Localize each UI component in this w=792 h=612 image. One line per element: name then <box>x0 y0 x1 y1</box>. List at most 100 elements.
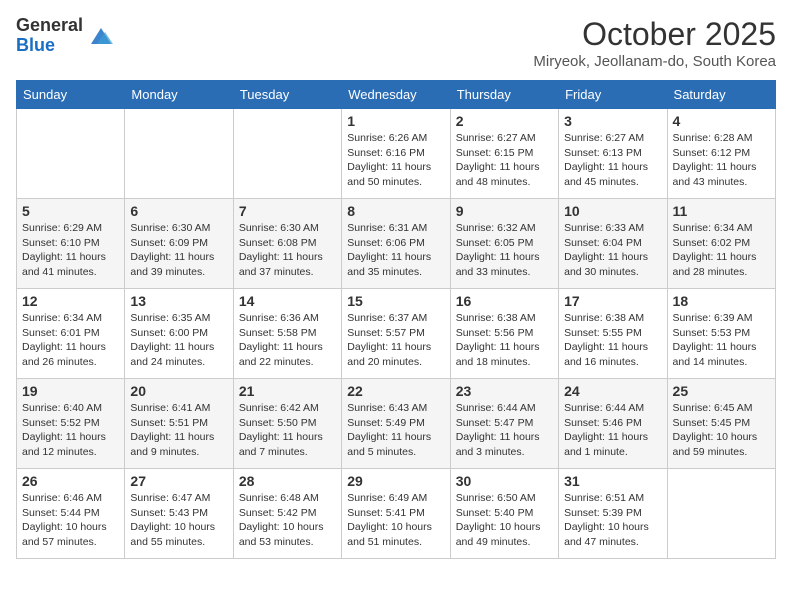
calendar-day-cell: 5 Sunrise: 6:29 AM Sunset: 6:10 PM Daylig… <box>17 199 125 289</box>
calendar-day-cell: 9Sunrise: 6:32 AM Sunset: 6:05 PM Daylig… <box>450 199 558 289</box>
logo-icon <box>87 22 115 50</box>
day-number: 26 <box>22 473 119 489</box>
calendar-weekday-wednesday: Wednesday <box>342 81 450 109</box>
logo-blue: Blue <box>16 36 83 56</box>
day-info: Sunrise: 6:40 AM Sunset: 5:52 PM Dayligh… <box>22 401 119 460</box>
day-info: Sunrise: 6:28 AM Sunset: 6:12 PM Dayligh… <box>673 131 770 190</box>
calendar-day-cell: 3 Sunrise: 6:27 AM Sunset: 6:13 PM Daylig… <box>559 109 667 199</box>
calendar-week-row: 12Sunrise: 6:34 AM Sunset: 6:01 PM Dayli… <box>17 289 776 379</box>
day-number: 22 <box>347 383 444 399</box>
day-info: Sunrise: 6:39 AM Sunset: 5:53 PM Dayligh… <box>673 311 770 370</box>
day-info: Sunrise: 6:31 AM Sunset: 6:06 PM Dayligh… <box>347 221 444 280</box>
day-info: Sunrise: 6:38 AM Sunset: 5:56 PM Dayligh… <box>456 311 553 370</box>
day-info: Sunrise: 6:33 AM Sunset: 6:04 PM Dayligh… <box>564 221 661 280</box>
day-number: 7 <box>239 203 336 219</box>
day-number: 30 <box>456 473 553 489</box>
calendar-day-cell: 16 Sunrise: 6:38 AM Sunset: 5:56 PM Dayli… <box>450 289 558 379</box>
calendar-day-cell: 22 Sunrise: 6:43 AM Sunset: 5:49 PM Dayli… <box>342 379 450 469</box>
calendar-day-cell: 19 Sunrise: 6:40 AM Sunset: 5:52 PM Dayli… <box>17 379 125 469</box>
day-info: Sunrise: 6:34 AM Sunset: 6:01 PM Dayligh… <box>22 311 119 370</box>
logo: General Blue <box>16 16 115 56</box>
day-info: Sunrise: 6:44 AM Sunset: 5:46 PM Dayligh… <box>564 401 661 460</box>
day-info: Sunrise: 6:48 AM Sunset: 5:42 PM Dayligh… <box>239 491 336 550</box>
day-number: 13 <box>130 293 227 309</box>
day-info: Sunrise: 6:35 AM Sunset: 6:00 PM Dayligh… <box>130 311 227 370</box>
calendar-day-cell: 11Sunrise: 6:34 AM Sunset: 6:02 PM Dayli… <box>667 199 775 289</box>
calendar-day-cell: 23 Sunrise: 6:44 AM Sunset: 5:47 PM Dayli… <box>450 379 558 469</box>
calendar-day-cell: 24 Sunrise: 6:44 AM Sunset: 5:46 PM Dayli… <box>559 379 667 469</box>
calendar-day-cell: 10 Sunrise: 6:33 AM Sunset: 6:04 PM Dayli… <box>559 199 667 289</box>
calendar-day-cell: 30 Sunrise: 6:50 AM Sunset: 5:40 PM Dayli… <box>450 469 558 559</box>
day-info: Sunrise: 6:38 AM Sunset: 5:55 PM Dayligh… <box>564 311 661 370</box>
calendar-day-cell: 1 Sunrise: 6:26 AM Sunset: 6:16 PM Daylig… <box>342 109 450 199</box>
title-block: October 2025 Miryeok, Jeollanam-do, Sout… <box>533 16 776 70</box>
day-number: 24 <box>564 383 661 399</box>
day-number: 25 <box>673 383 770 399</box>
calendar-day-cell: 21 Sunrise: 6:42 AM Sunset: 5:50 PM Dayli… <box>233 379 341 469</box>
day-number: 5 <box>22 203 119 219</box>
day-number: 16 <box>456 293 553 309</box>
day-number: 3 <box>564 113 661 129</box>
day-number: 19 <box>22 383 119 399</box>
calendar-table: SundayMondayTuesdayWednesdayThursdayFrid… <box>16 80 776 559</box>
calendar-day-cell: 15Sunrise: 6:37 AM Sunset: 5:57 PM Dayli… <box>342 289 450 379</box>
logo-general: General <box>16 16 83 36</box>
day-info: Sunrise: 6:50 AM Sunset: 5:40 PM Dayligh… <box>456 491 553 550</box>
calendar-weekday-thursday: Thursday <box>450 81 558 109</box>
calendar-day-cell <box>667 469 775 559</box>
day-number: 10 <box>564 203 661 219</box>
day-number: 11 <box>673 203 770 219</box>
day-info: Sunrise: 6:51 AM Sunset: 5:39 PM Dayligh… <box>564 491 661 550</box>
day-info: Sunrise: 6:44 AM Sunset: 5:47 PM Dayligh… <box>456 401 553 460</box>
day-number: 23 <box>456 383 553 399</box>
calendar-day-cell: 31 Sunrise: 6:51 AM Sunset: 5:39 PM Dayli… <box>559 469 667 559</box>
day-info: Sunrise: 6:42 AM Sunset: 5:50 PM Dayligh… <box>239 401 336 460</box>
month-title: October 2025 <box>533 16 776 53</box>
page-header: General Blue October 2025 Miryeok, Jeoll… <box>16 16 776 70</box>
calendar-weekday-tuesday: Tuesday <box>233 81 341 109</box>
calendar-day-cell: 2Sunrise: 6:27 AM Sunset: 6:15 PM Daylig… <box>450 109 558 199</box>
calendar-day-cell: 14 Sunrise: 6:36 AM Sunset: 5:58 PM Dayli… <box>233 289 341 379</box>
day-info: Sunrise: 6:26 AM Sunset: 6:16 PM Dayligh… <box>347 131 444 190</box>
calendar-day-cell <box>125 109 233 199</box>
calendar-day-cell: 17 Sunrise: 6:38 AM Sunset: 5:55 PM Dayli… <box>559 289 667 379</box>
calendar-day-cell <box>233 109 341 199</box>
calendar-day-cell <box>17 109 125 199</box>
day-number: 20 <box>130 383 227 399</box>
day-number: 8 <box>347 203 444 219</box>
calendar-day-cell: 7 Sunrise: 6:30 AM Sunset: 6:08 PM Daylig… <box>233 199 341 289</box>
calendar-day-cell: 18 Sunrise: 6:39 AM Sunset: 5:53 PM Dayli… <box>667 289 775 379</box>
day-info: Sunrise: 6:46 AM Sunset: 5:44 PM Dayligh… <box>22 491 119 550</box>
calendar-day-cell: 8 Sunrise: 6:31 AM Sunset: 6:06 PM Daylig… <box>342 199 450 289</box>
calendar-day-cell: 28Sunrise: 6:48 AM Sunset: 5:42 PM Dayli… <box>233 469 341 559</box>
calendar-header-row: SundayMondayTuesdayWednesdayThursdayFrid… <box>17 81 776 109</box>
calendar-week-row: 1 Sunrise: 6:26 AM Sunset: 6:16 PM Daylig… <box>17 109 776 199</box>
calendar-day-cell: 29Sunrise: 6:49 AM Sunset: 5:41 PM Dayli… <box>342 469 450 559</box>
location-subtitle: Miryeok, Jeollanam-do, South Korea <box>533 53 776 70</box>
day-info: Sunrise: 6:30 AM Sunset: 6:08 PM Dayligh… <box>239 221 336 280</box>
day-number: 1 <box>347 113 444 129</box>
calendar-week-row: 26 Sunrise: 6:46 AM Sunset: 5:44 PM Dayli… <box>17 469 776 559</box>
day-info: Sunrise: 6:30 AM Sunset: 6:09 PM Dayligh… <box>130 221 227 280</box>
day-number: 27 <box>130 473 227 489</box>
day-number: 4 <box>673 113 770 129</box>
calendar-week-row: 19 Sunrise: 6:40 AM Sunset: 5:52 PM Dayli… <box>17 379 776 469</box>
day-info: Sunrise: 6:29 AM Sunset: 6:10 PM Dayligh… <box>22 221 119 280</box>
day-number: 17 <box>564 293 661 309</box>
day-number: 31 <box>564 473 661 489</box>
day-info: Sunrise: 6:32 AM Sunset: 6:05 PM Dayligh… <box>456 221 553 280</box>
day-info: Sunrise: 6:37 AM Sunset: 5:57 PM Dayligh… <box>347 311 444 370</box>
day-info: Sunrise: 6:43 AM Sunset: 5:49 PM Dayligh… <box>347 401 444 460</box>
calendar-weekday-saturday: Saturday <box>667 81 775 109</box>
calendar-day-cell: 6Sunrise: 6:30 AM Sunset: 6:09 PM Daylig… <box>125 199 233 289</box>
day-info: Sunrise: 6:27 AM Sunset: 6:13 PM Dayligh… <box>564 131 661 190</box>
day-info: Sunrise: 6:36 AM Sunset: 5:58 PM Dayligh… <box>239 311 336 370</box>
day-number: 21 <box>239 383 336 399</box>
day-number: 18 <box>673 293 770 309</box>
day-number: 2 <box>456 113 553 129</box>
calendar-day-cell: 26 Sunrise: 6:46 AM Sunset: 5:44 PM Dayli… <box>17 469 125 559</box>
day-number: 14 <box>239 293 336 309</box>
calendar-day-cell: 27Sunrise: 6:47 AM Sunset: 5:43 PM Dayli… <box>125 469 233 559</box>
day-info: Sunrise: 6:45 AM Sunset: 5:45 PM Dayligh… <box>673 401 770 460</box>
calendar-week-row: 5 Sunrise: 6:29 AM Sunset: 6:10 PM Daylig… <box>17 199 776 289</box>
